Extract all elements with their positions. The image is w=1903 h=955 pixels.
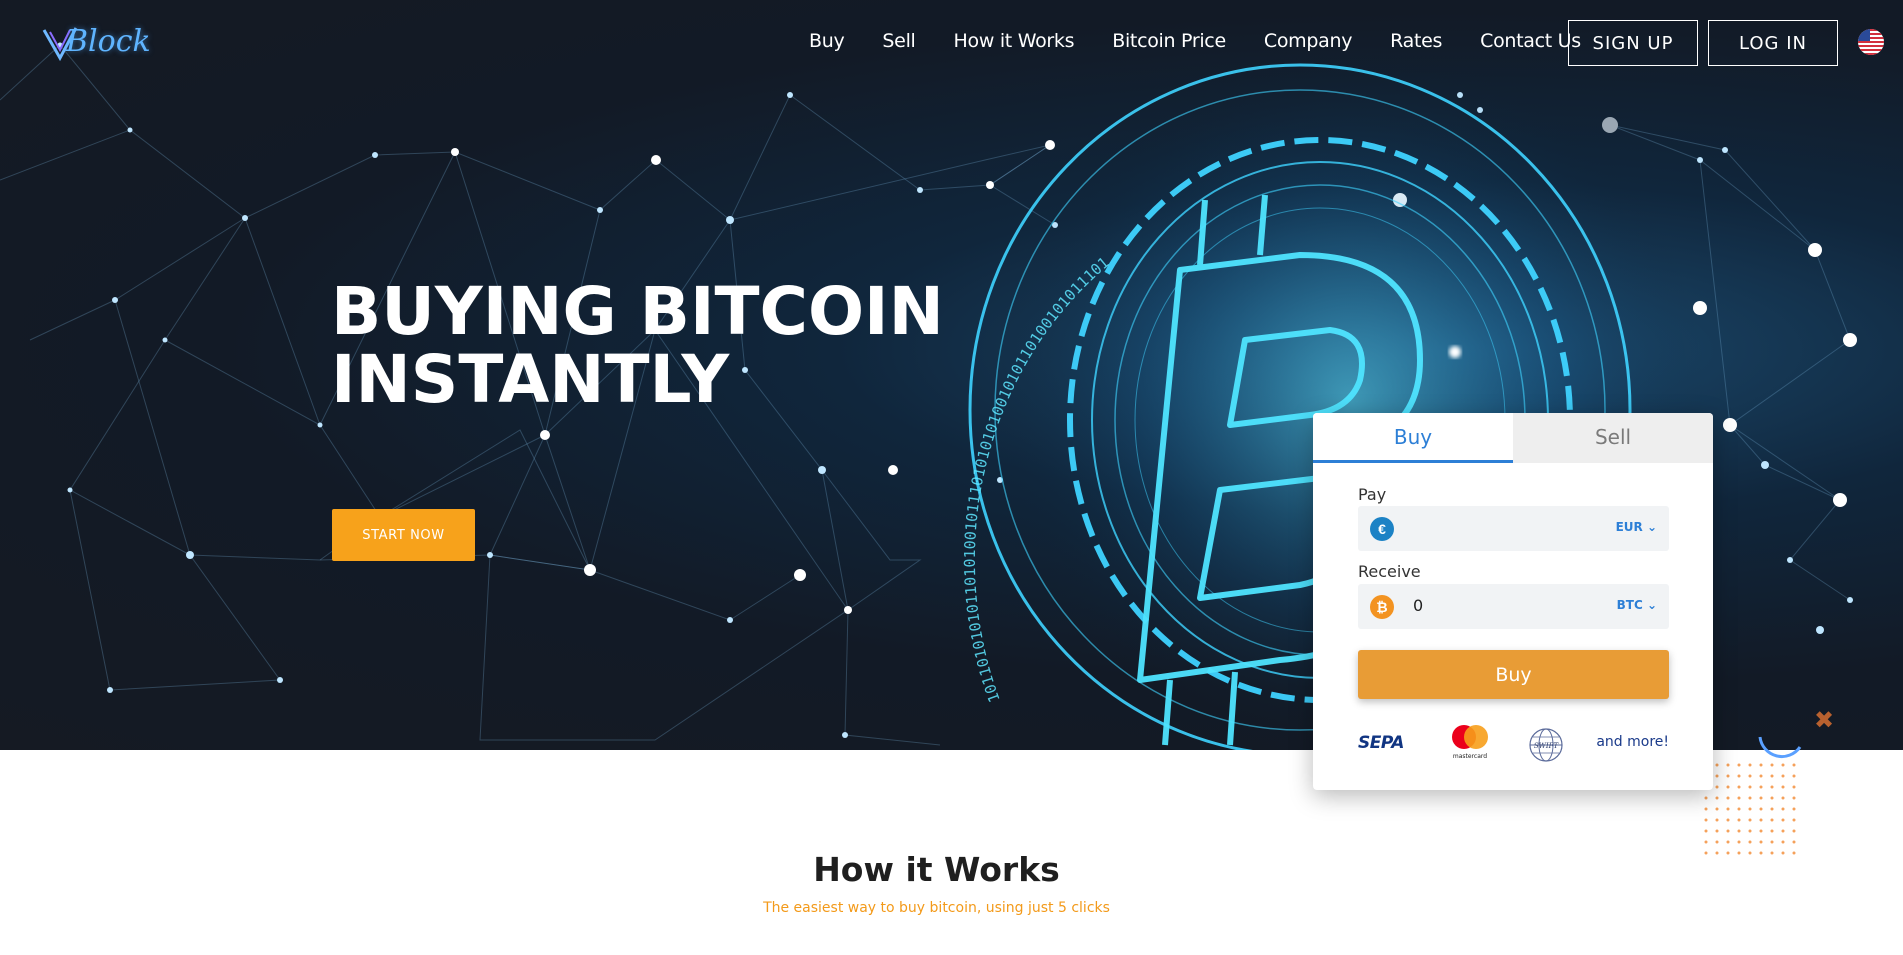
decorative-x-icon: ✖ <box>1814 707 1835 734</box>
receive-currency-select[interactable]: BTC ⌄ <box>1617 598 1657 612</box>
nav-links: Buy Sell How it Works Bitcoin Price Comp… <box>790 30 1600 52</box>
buy-submit-button[interactable]: Buy <box>1358 650 1669 699</box>
pay-currency-select[interactable]: EUR ⌄ <box>1616 520 1657 534</box>
bitcoin-coin-icon: ₿ <box>1370 595 1394 619</box>
tab-sell[interactable]: Sell <box>1513 413 1713 463</box>
us-flag-icon[interactable] <box>1858 29 1884 55</box>
mastercard-label: mastercard <box>1453 753 1487 760</box>
euro-coin-icon: € <box>1370 517 1394 541</box>
hero-title-line-2: INSTANTLY <box>331 341 730 418</box>
widget-tabs: Buy Sell <box>1313 413 1713 463</box>
nav-link-buy[interactable]: Buy <box>790 30 863 52</box>
nav-link-rates[interactable]: Rates <box>1371 30 1461 52</box>
nav-link-bitcoin-price[interactable]: Bitcoin Price <box>1093 30 1245 52</box>
chevron-down-icon: ⌄ <box>1646 598 1657 612</box>
swift-logo-icon: SWIFT <box>1529 728 1563 762</box>
top-navigation: Block Buy Sell How it Works Bitcoin Pric… <box>0 0 1903 86</box>
receive-amount-input[interactable] <box>1413 596 1593 615</box>
tab-buy[interactable]: Buy <box>1313 413 1513 463</box>
nav-link-how-it-works[interactable]: How it Works <box>935 30 1094 52</box>
nav-link-company[interactable]: Company <box>1245 30 1371 52</box>
more-payment-methods: and more! <box>1596 734 1669 750</box>
receive-field[interactable]: ₿ BTC ⌄ <box>1358 584 1669 629</box>
how-it-works-subtitle: The easiest way to buy bitcoin, using ju… <box>763 900 1110 916</box>
log-in-button[interactable]: LOG IN <box>1708 20 1838 66</box>
pay-currency-value: EUR <box>1615 520 1643 534</box>
decorative-dots-pattern <box>1704 763 1796 855</box>
sign-up-button[interactable]: SIGN UP <box>1568 20 1698 66</box>
exchange-widget: Buy Sell Pay € EUR ⌄ Receive ₿ BTC ⌄ Buy… <box>1313 413 1713 790</box>
pay-amount-input[interactable] <box>1413 518 1593 537</box>
chevron-down-icon: ⌄ <box>1646 520 1657 534</box>
hero-title: BUYING BITCOIN INSTANTLY <box>331 278 951 414</box>
payment-methods: SEPA mastercard SWIFT and more! <box>1358 723 1669 763</box>
sepa-logo: SEPA <box>1358 733 1404 753</box>
swift-label: SWIFT <box>1534 742 1560 750</box>
decorative-ring-icon <box>1758 736 1802 758</box>
receive-currency-value: BTC <box>1616 598 1643 612</box>
pay-label: Pay <box>1358 485 1387 504</box>
mastercard-logo-icon: mastercard <box>1452 725 1488 760</box>
receive-label: Receive <box>1358 562 1421 581</box>
start-now-button[interactable]: START NOW <box>332 509 475 561</box>
logo-text: Block <box>66 24 151 59</box>
how-it-works-title: How it Works <box>813 850 1060 889</box>
pay-field[interactable]: € EUR ⌄ <box>1358 506 1669 551</box>
site-logo[interactable]: Block <box>42 18 151 68</box>
hero-title-line-1: BUYING BITCOIN <box>331 273 944 350</box>
nav-link-sell[interactable]: Sell <box>863 30 934 52</box>
